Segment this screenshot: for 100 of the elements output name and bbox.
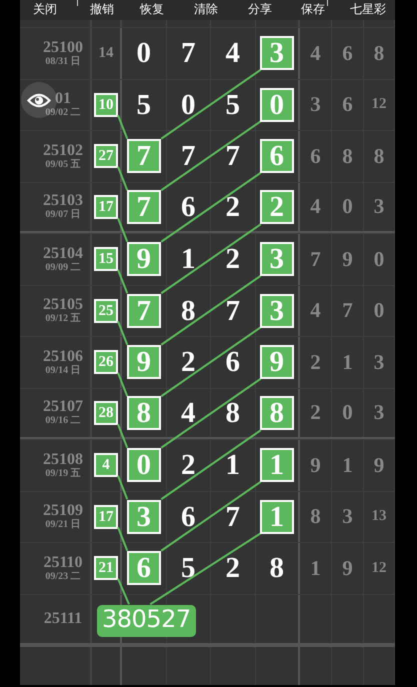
count-value: 17 <box>94 504 118 529</box>
count-value: 10 <box>94 92 118 117</box>
digit: 3 <box>260 36 294 70</box>
extra-digit: 8 <box>342 144 353 169</box>
digit: 8 <box>126 396 161 430</box>
issue-number: 25102 <box>43 142 83 159</box>
issue-number: 25110 <box>43 554 83 571</box>
count-value: 21 <box>94 556 118 580</box>
extra-digit: 3 <box>342 504 353 530</box>
digit: 9 <box>126 242 161 276</box>
extra-digit: 4 <box>310 298 321 324</box>
draw-date: 09/23 二 <box>45 570 81 583</box>
issue-number: 25108 <box>43 450 83 468</box>
extra-digit: 12 <box>372 96 386 114</box>
extra-digit: 4 <box>310 40 321 66</box>
digit: 5 <box>181 553 196 584</box>
digit: 9 <box>126 345 161 380</box>
draw-date: 09/05 五 <box>45 158 81 171</box>
digit: 6 <box>126 551 161 586</box>
count-value: 4 <box>94 453 118 478</box>
extra-digit: 3 <box>374 350 384 375</box>
extra-digit: 1 <box>342 350 353 375</box>
issue-number: 25105 <box>43 296 83 314</box>
issue-number: 25106 <box>43 348 83 365</box>
digit: 6 <box>181 502 196 532</box>
digit: 1 <box>226 450 240 480</box>
digit: 8 <box>181 296 196 326</box>
extra-digit: 6 <box>310 144 321 169</box>
extra-digit: 0 <box>342 194 353 220</box>
digit: 0 <box>260 88 294 122</box>
digit: 5 <box>226 90 240 120</box>
toolbar-button[interactable]: 关闭 <box>33 2 57 16</box>
issue-number: 25100 <box>43 38 83 56</box>
draw-date: 09/12 五 <box>45 313 81 326</box>
digit: 7 <box>126 294 161 328</box>
connector-line <box>117 114 128 140</box>
digit: 6 <box>260 139 294 174</box>
digit: 6 <box>181 192 196 222</box>
eye-icon <box>27 92 51 108</box>
connector-line <box>117 578 130 605</box>
extra-digit: 13 <box>372 508 386 526</box>
issue-number: 25107 <box>43 398 83 416</box>
extra-digit: 3 <box>310 92 321 118</box>
digit: 7 <box>226 296 240 326</box>
toolbar-button[interactable]: 七星彩 <box>350 2 386 16</box>
count-value: 27 <box>94 144 118 168</box>
connector-line <box>117 372 128 397</box>
draw-date: 09/07 日 <box>45 209 81 222</box>
draw-date: 08/31 日 <box>45 56 81 68</box>
toolbar-button[interactable]: 保存 <box>301 2 325 16</box>
digit: 4 <box>226 38 240 68</box>
digit: 4 <box>181 398 196 428</box>
issue-number: 25103 <box>43 192 83 210</box>
count-value: 28 <box>94 400 118 425</box>
toolbar-button[interactable]: 撤销 <box>90 2 114 16</box>
digit: 3 <box>260 242 294 276</box>
draw-date: 09/14 日 <box>45 364 81 377</box>
digit: 2 <box>226 553 240 584</box>
draw-date: 09/16 二 <box>45 415 81 428</box>
extra-digit: 7 <box>342 298 353 324</box>
digit: 7 <box>181 38 196 68</box>
digit: 0 <box>136 38 151 68</box>
digit: 1 <box>260 500 294 534</box>
extra-digit: 2 <box>310 400 321 426</box>
issue-number: 25104 <box>43 244 83 262</box>
count-value: 14 <box>98 44 114 62</box>
count-value: 26 <box>94 350 118 374</box>
draw-date: 09/09 二 <box>45 262 81 274</box>
extra-digit: 2 <box>310 350 321 375</box>
toolbar-button[interactable]: 清除 <box>194 2 218 16</box>
digit: 8 <box>270 553 284 584</box>
digit: 0 <box>181 90 196 120</box>
digit: 7 <box>126 139 161 174</box>
toolbar-button[interactable]: 恢复 <box>140 2 164 16</box>
draw-date: 09/21 日 <box>45 519 81 532</box>
digit: 2 <box>181 450 196 480</box>
prediction-badge: 380527 <box>97 605 196 637</box>
count-value: 15 <box>94 247 118 272</box>
extra-digit: 3 <box>374 194 384 220</box>
toolbar-button[interactable]: 分享 <box>248 2 272 16</box>
connector-line <box>117 475 128 500</box>
issue-number: 01 <box>55 90 71 108</box>
connector-line <box>117 526 128 552</box>
connector-line <box>117 166 128 191</box>
draw-date: 09/19 五 <box>45 468 81 480</box>
digit: 6 <box>226 347 240 378</box>
digit: 1 <box>181 244 196 274</box>
connector-line <box>117 320 128 346</box>
digit: 7 <box>226 502 240 532</box>
issue-number: 25111 <box>44 610 82 628</box>
digit: 1 <box>260 448 294 482</box>
digit: 9 <box>260 345 294 380</box>
digit: 7 <box>226 141 240 172</box>
extra-digit: 12 <box>372 560 386 577</box>
digit: 5 <box>136 90 151 120</box>
digit: 2 <box>260 190 294 224</box>
extra-digit: 9 <box>342 556 353 581</box>
extra-digit: 9 <box>310 452 321 478</box>
digit: 2 <box>226 192 240 222</box>
count-value: 17 <box>94 194 118 219</box>
